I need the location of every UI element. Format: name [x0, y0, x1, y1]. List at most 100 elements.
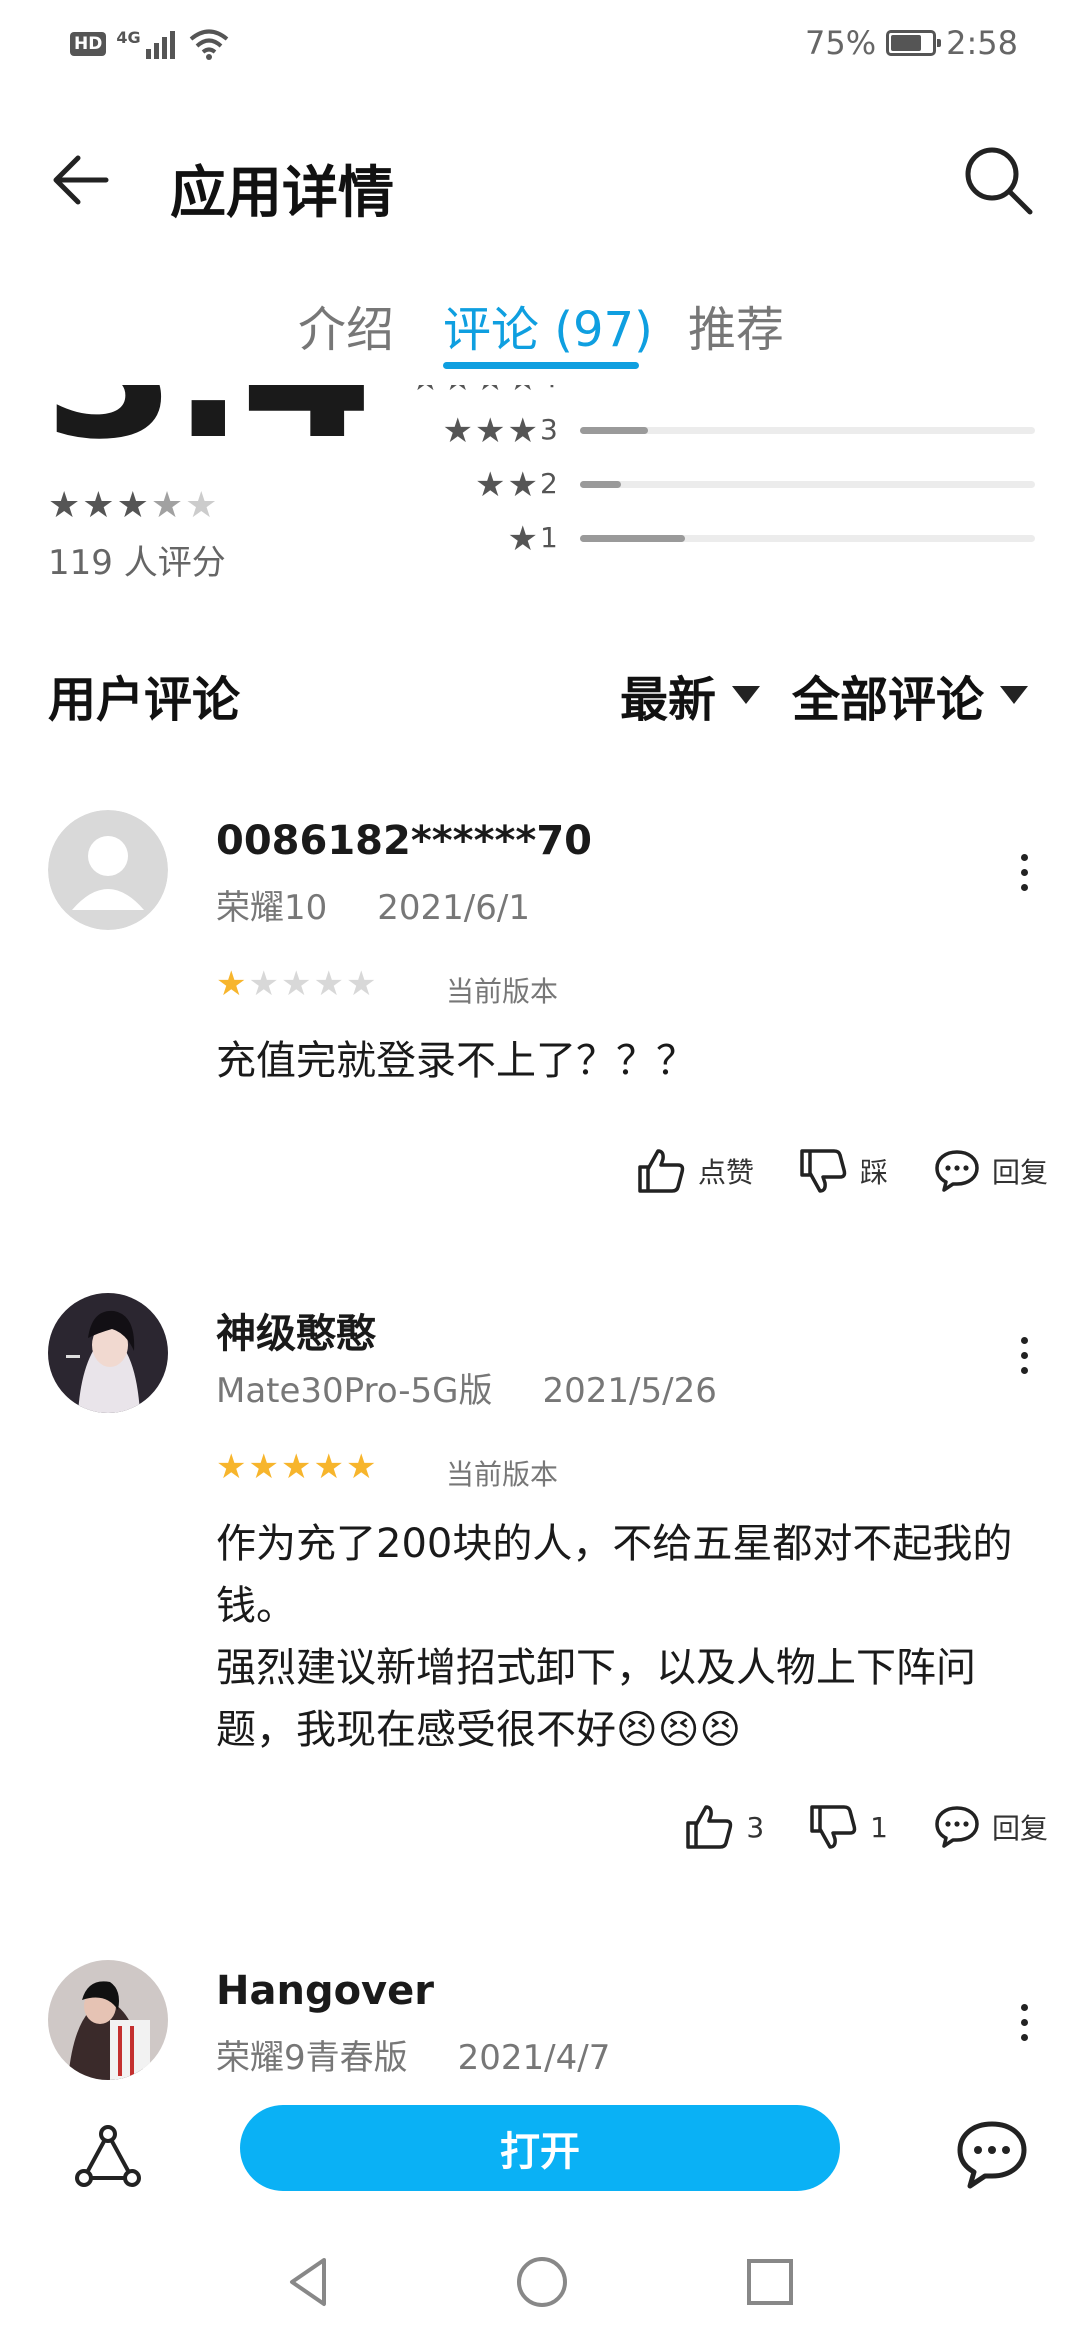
reply-button[interactable]: 回复 [932, 1802, 1048, 1852]
tab-recommend[interactable]: 推荐 [688, 290, 784, 360]
clock: 2:58 [946, 24, 1018, 62]
open-app-button[interactable]: 打开 [240, 2105, 840, 2191]
dislike-button[interactable]: 踩 [798, 1145, 888, 1197]
tab-intro[interactable]: 介绍 [298, 290, 394, 360]
distribution-row-2: ★★ 2 [400, 465, 1040, 505]
default-avatar-icon [48, 810, 168, 930]
tab-comments[interactable]: 评论 (97) [443, 290, 653, 360]
star-icon: ★ [248, 964, 281, 1004]
reply-button[interactable]: 回复 [932, 1146, 1048, 1196]
nav-back-icon [290, 2258, 326, 2306]
more-button[interactable] [1004, 1325, 1044, 1385]
thumb-down-icon [800, 1149, 847, 1193]
comment-text: 作为充了200块的人，不给五星都对不起我的钱。 强烈建议新增招式卸下，以及人物上… [216, 1521, 1013, 1753]
star-icon: ★ [150, 485, 186, 526]
star-icon: ★ [345, 1447, 379, 1487]
avatar[interactable] [48, 810, 168, 930]
distribution-bar [580, 535, 685, 542]
nav-recent-button[interactable] [740, 2252, 800, 2312]
avatar[interactable] [48, 1960, 168, 2080]
reply-label: 回复 [991, 1156, 1048, 1189]
comment-date: 2021/6/1 [377, 888, 530, 928]
distribution-stars: ★ [507, 519, 540, 559]
comment-username[interactable]: 0086182******70 [216, 818, 592, 864]
distribution-track [580, 481, 1035, 488]
star-icon: ★ [280, 964, 314, 1004]
share-button[interactable] [68, 2118, 148, 2198]
comment-device: 荣耀10 [216, 888, 328, 928]
chat-button[interactable] [952, 2114, 1032, 2194]
comment-meta: Mate30Pro-5G版 2021/5/26 [216, 1363, 717, 1412]
star-icon: ★ [216, 1447, 249, 1487]
thumb-up-icon [686, 1805, 733, 1849]
reply-icon [935, 1806, 979, 1848]
tab-bar: 介绍 评论 (97) 推荐 [0, 280, 1080, 380]
nav-back-button[interactable] [280, 2252, 340, 2312]
average-stars: ★★★★★ [48, 485, 219, 526]
more-button[interactable] [1004, 1992, 1044, 2052]
comment-item: Hangover 荣耀9青春版 2021/4/7 [0, 1960, 1080, 2090]
back-arrow-icon [53, 155, 109, 205]
star-icon: ★ [345, 964, 379, 1004]
star-icon: ★ [116, 485, 151, 526]
nav-recent-icon [747, 2259, 793, 2305]
star-icon: ★ [313, 964, 346, 1004]
distribution-row-1: ★ 1 [400, 519, 1040, 559]
comment-device: 荣耀9青春版 [216, 2038, 408, 2078]
back-button[interactable] [44, 140, 124, 220]
rating-count: 119 人评分 [48, 543, 226, 583]
chevron-down-icon [732, 686, 761, 704]
sort-dropdown[interactable]: 最新 [620, 660, 761, 730]
comment-date: 2021/5/26 [542, 1371, 717, 1411]
comment-username[interactable]: Hangover [216, 1968, 434, 2014]
reply-label: 回复 [991, 1812, 1048, 1845]
like-button[interactable]: 点赞 [636, 1145, 754, 1197]
distribution-label: 4 [540, 385, 558, 394]
status-bar: HD 4G 75% 2:58 [0, 0, 1080, 92]
dislike-label: 踩 [859, 1156, 888, 1189]
star-icon: ★ [185, 485, 220, 526]
network-type: 4G [116, 28, 141, 47]
version-tag: 当前版本 [446, 975, 559, 1008]
comment-item: 神级憨憨 Mate30Pro-5G版 2021/5/26 ★★★★★ 当前版本 作… [0, 1293, 1080, 1893]
comment-item: 0086182******70 荣耀10 2021/6/1 ★★★★★ 当前版本 … [0, 810, 1080, 1210]
comment-device: Mate30Pro-5G版 [216, 1371, 493, 1411]
filter-label: 全部评论 [792, 672, 985, 728]
comment-username[interactable]: 神级憨憨 [216, 1301, 376, 1359]
bottom-action-bar: 打开 [0, 2090, 1080, 2220]
thumb-up-icon [638, 1149, 685, 1193]
signal-icon [145, 31, 175, 59]
average-score: 3.4 [44, 385, 373, 481]
distribution-row-3: ★★★ 3 [400, 411, 1040, 451]
comment-meta: 荣耀10 2021/6/1 [216, 880, 530, 929]
section-title: 用户评论 [48, 672, 241, 728]
like-button[interactable]: 3 [684, 1801, 764, 1853]
dislike-count: 1 [870, 1810, 888, 1844]
distribution-row-4: ★★★★ 4 [400, 385, 1040, 399]
distribution-label: 1 [540, 521, 558, 554]
distribution-label: 2 [540, 467, 558, 500]
distribution-stars: ★★★ [442, 411, 540, 451]
comment-text: 充值完就登录不上了？？？ [216, 1038, 696, 1084]
nav-home-button[interactable] [512, 2252, 572, 2312]
tab-active-indicator [443, 362, 639, 369]
star-icon: ★ [280, 1447, 314, 1487]
app-header: 应用详情 [0, 120, 1080, 240]
system-nav-bar [0, 2220, 1080, 2340]
status-left: HD 4G [70, 28, 229, 60]
star-icon: ★ [216, 964, 249, 1004]
avatar[interactable] [48, 1293, 168, 1413]
thumb-down-icon [810, 1805, 857, 1849]
comment-actions: 3 1 回复 [684, 1801, 1048, 1853]
hd-badge: HD [70, 32, 107, 56]
distribution-bar [580, 481, 621, 488]
more-button[interactable] [1004, 842, 1044, 902]
filter-dropdown[interactable]: 全部评论 [792, 660, 1029, 730]
status-right: 75% 2:58 [805, 24, 1018, 62]
dislike-button[interactable]: 1 [808, 1801, 888, 1853]
search-button[interactable] [956, 138, 1040, 222]
page-title: 应用详情 [170, 161, 394, 226]
like-label: 点赞 [697, 1156, 754, 1189]
share-icon [75, 2125, 141, 2187]
nav-home-icon [517, 2257, 567, 2307]
